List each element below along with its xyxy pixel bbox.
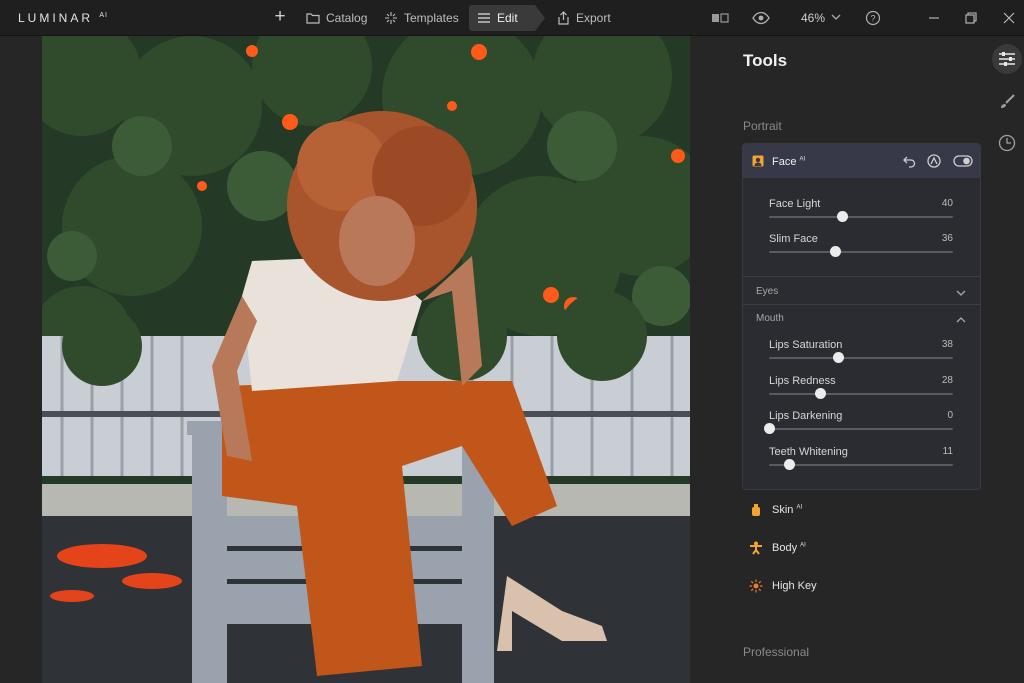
slider-track[interactable]: [769, 393, 953, 395]
slider-track[interactable]: [769, 216, 953, 218]
slider-knob[interactable]: [783, 459, 795, 470]
add-photos-button[interactable]: +: [271, 6, 289, 28]
lips-saturation-slider[interactable]: Lips Saturation 38: [769, 339, 953, 369]
app-logo: LUMINAR AI: [18, 11, 108, 25]
tool-high-key-label: High Key: [772, 580, 817, 592]
slider-track[interactable]: [769, 357, 953, 359]
svg-text:?: ?: [870, 13, 875, 23]
divider: [743, 304, 980, 305]
slider-track[interactable]: [769, 464, 953, 466]
help-icon[interactable]: ?: [864, 9, 882, 27]
portrait-section-label: Portrait: [743, 119, 782, 133]
teeth-whitening-slider[interactable]: Teeth Whitening 11: [769, 446, 953, 476]
chevron-down-icon[interactable]: [956, 288, 966, 298]
tool-skin[interactable]: Skin AI: [749, 501, 802, 519]
tool-body[interactable]: Body AI: [749, 539, 806, 557]
tab-edit[interactable]: Edit: [469, 5, 545, 31]
brush-tab-button[interactable]: [992, 87, 1022, 117]
photo-canvas[interactable]: [42, 36, 690, 683]
face-tool-title: Face AI: [772, 156, 806, 168]
minimize-icon[interactable]: [925, 9, 943, 27]
tab-catalog-label: Catalog: [326, 11, 368, 25]
high-key-icon: [749, 579, 763, 593]
professional-section-label: Professional: [743, 645, 810, 659]
slider-track[interactable]: [769, 428, 953, 430]
slider-knob[interactable]: [829, 246, 841, 257]
slider-knob[interactable]: [763, 423, 775, 434]
tab-export-label: Export: [576, 11, 611, 25]
mask-icon[interactable]: [926, 153, 942, 169]
face-tool-card: Face AI Face Light 40 Slim Face 36 Eyes …: [742, 143, 981, 490]
face-tool-header[interactable]: Face AI: [743, 144, 980, 178]
body-icon: [750, 541, 762, 555]
tab-export[interactable]: Export: [549, 5, 619, 31]
mouth-section-toggle[interactable]: Mouth: [756, 313, 784, 324]
lips-darkening-slider[interactable]: Lips Darkening 0: [763, 410, 953, 440]
sparkle-icon: [385, 12, 397, 24]
eye-icon[interactable]: [752, 9, 770, 27]
top-bar: LUMINAR AI + Catalog Templates Edit Expo…: [0, 0, 1024, 36]
face-light-slider[interactable]: Face Light 40: [769, 198, 953, 228]
tool-high-key[interactable]: High Key: [749, 577, 817, 595]
history-tab-button[interactable]: [992, 128, 1022, 158]
sliders-icon: [478, 13, 490, 23]
divider: [743, 276, 980, 277]
clock-icon: [998, 134, 1016, 152]
brush-icon: [1001, 94, 1015, 108]
slider-knob[interactable]: [815, 388, 827, 399]
slider-knob[interactable]: [837, 211, 849, 222]
tab-edit-label: Edit: [497, 11, 518, 25]
tab-templates[interactable]: Templates: [376, 5, 467, 31]
slider-knob[interactable]: [833, 352, 845, 363]
chevron-up-icon[interactable]: [956, 315, 966, 325]
portrait-photo: [42, 36, 690, 683]
chevron-down-icon[interactable]: [831, 12, 841, 22]
lips-redness-slider[interactable]: Lips Redness 28: [769, 375, 953, 405]
restore-icon[interactable]: [962, 9, 980, 27]
tools-tab-button[interactable]: [992, 44, 1022, 74]
slider-track[interactable]: [769, 251, 953, 253]
face-icon: [752, 155, 764, 167]
eyes-section-toggle[interactable]: Eyes: [756, 286, 778, 297]
slim-face-slider[interactable]: Slim Face 36: [769, 233, 953, 263]
tool-skin-label: Skin AI: [772, 504, 803, 516]
undo-icon[interactable]: [901, 153, 917, 169]
sliders-icon: [999, 52, 1015, 66]
panel-title: Tools: [743, 51, 788, 70]
folder-icon: [306, 13, 320, 24]
toggle-visibility-icon[interactable]: [953, 153, 973, 169]
tools-panel: Tools Portrait Face AI Face Light 40 Sli…: [691, 36, 1024, 683]
skin-icon: [752, 504, 760, 516]
tool-body-label: Body AI: [772, 542, 806, 554]
tab-catalog[interactable]: Catalog: [298, 5, 375, 31]
zoom-level[interactable]: 46%: [801, 11, 825, 25]
tab-templates-label: Templates: [404, 11, 459, 25]
close-icon[interactable]: [1000, 9, 1018, 27]
export-icon: [558, 11, 569, 25]
compare-icon[interactable]: [711, 9, 729, 27]
